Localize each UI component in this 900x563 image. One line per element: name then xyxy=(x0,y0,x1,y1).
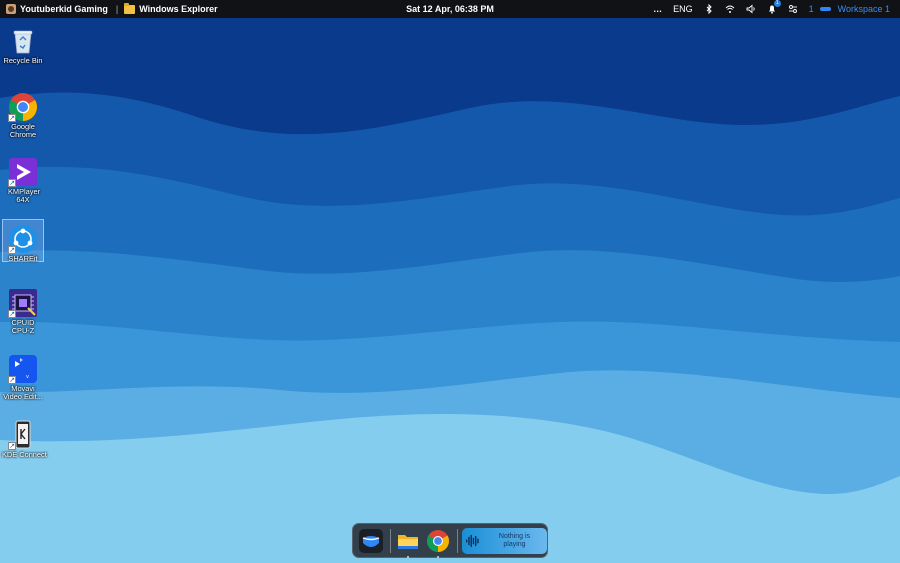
svg-text:v: v xyxy=(26,374,29,380)
desktop-icon-kmplayer[interactable]: ↗ KMPlayer 64X xyxy=(2,153,44,204)
kde-connect-icon: ↗ xyxy=(8,420,38,450)
kmplayer-icon: ↗ xyxy=(8,157,38,187)
workspace-indicator[interactable] xyxy=(819,7,831,11)
shortcut-arrow-icon: ↗ xyxy=(8,246,16,254)
cpu-z-icon: ↗ xyxy=(8,288,38,318)
wifi-icon[interactable] xyxy=(725,4,735,14)
notification-bell-icon[interactable]: 1 xyxy=(767,0,781,14)
dock-file-explorer[interactable] xyxy=(395,528,421,558)
running-indicator xyxy=(406,555,409,558)
desktop-icon-label: Movavi Video Edit... xyxy=(3,384,43,401)
audio-waveform-icon xyxy=(462,530,484,552)
notification-count-badge: 1 xyxy=(773,0,781,7)
app-launcher-icon xyxy=(359,528,383,553)
media-player-widget[interactable]: Nothing is playing xyxy=(461,527,547,554)
dock-separator xyxy=(390,528,391,553)
desktop-icon-recycle-bin[interactable]: Recycle Bin xyxy=(2,22,44,65)
shortcut-arrow-icon: ↗ xyxy=(8,114,16,122)
desktop-wallpaper xyxy=(0,0,900,563)
dock-separator xyxy=(456,528,458,553)
settings-toggle-icon[interactable] xyxy=(788,4,798,14)
desktop-icon-label: KDE Connect xyxy=(2,450,47,459)
active-app-name[interactable]: Youtuberkid Gaming xyxy=(20,4,108,14)
dock: Nothing is playing xyxy=(352,523,548,558)
more-options-button[interactable]: … xyxy=(653,4,662,14)
chrome-icon: ↗ xyxy=(8,92,38,122)
dock-app-launcher[interactable] xyxy=(358,528,384,554)
media-status: Nothing is playing xyxy=(484,533,547,549)
language-indicator[interactable]: ENG xyxy=(673,4,693,14)
desktop-icon-google-chrome[interactable]: ↗ Google Chrome xyxy=(2,88,44,139)
chrome-icon xyxy=(426,529,449,552)
top-bar: Youtuberkid Gaming | Windows Explorer Sa… xyxy=(0,0,900,18)
desktop-icon-kde-connect[interactable]: ↗ KDE Connect xyxy=(2,416,47,459)
running-indicator xyxy=(436,555,439,558)
file-explorer-icon xyxy=(397,534,418,549)
user-avatar-icon xyxy=(6,4,16,14)
desktop-icon-label: CPUID CPU-Z xyxy=(11,318,35,335)
workspace-number[interactable]: 1 xyxy=(809,4,814,14)
shareit-icon: ↗ xyxy=(8,224,38,254)
desktop-icon-label: SHAREit xyxy=(8,254,38,263)
shortcut-arrow-icon: ↗ xyxy=(8,442,16,450)
desktop-icon-cpu-z[interactable]: ↗ CPUID CPU-Z xyxy=(2,284,44,335)
workspace-label[interactable]: Workspace 1 xyxy=(838,4,890,14)
title-separator: | xyxy=(115,4,119,14)
folder-icon xyxy=(124,2,136,14)
shortcut-arrow-icon: ↗ xyxy=(8,376,16,384)
media-status-line1: Nothing is xyxy=(498,532,531,540)
volume-icon[interactable] xyxy=(746,4,756,14)
desktop-icon-shareit[interactable]: ↗ SHAREit xyxy=(2,219,44,263)
recycle-bin-icon xyxy=(8,26,38,56)
shortcut-arrow-icon: ↗ xyxy=(8,310,16,318)
desktop-icon-label: KMPlayer 64X xyxy=(8,187,41,204)
desktop-icon-label: Recycle Bin xyxy=(3,56,43,65)
media-status-line2: playing xyxy=(503,540,526,548)
movavi-icon: v ↗ xyxy=(8,354,38,384)
desktop-icon-movavi-video-editor[interactable]: v ↗ Movavi Video Edit... xyxy=(2,350,44,401)
window-title[interactable]: Windows Explorer xyxy=(139,4,217,14)
shortcut-arrow-icon: ↗ xyxy=(8,179,16,187)
desktop-icon-label: Google Chrome xyxy=(9,122,37,139)
bluetooth-icon[interactable] xyxy=(704,4,714,14)
dock-google-chrome[interactable] xyxy=(425,528,451,558)
